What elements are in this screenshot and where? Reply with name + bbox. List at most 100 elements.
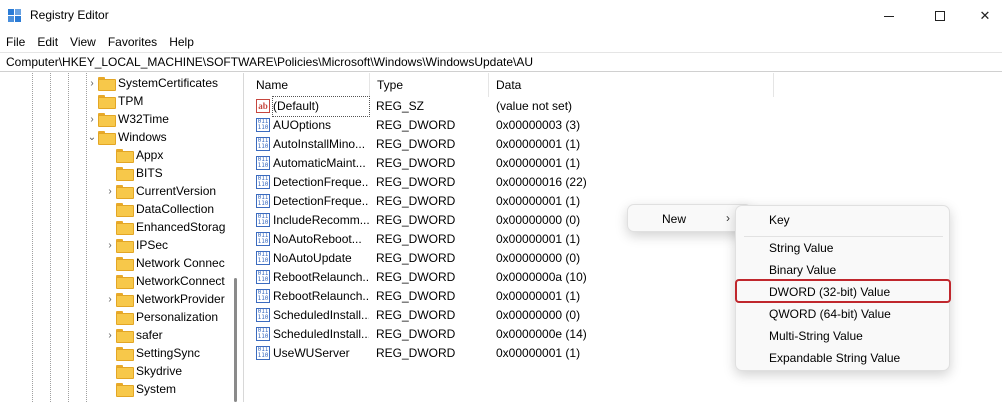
tree-item-networkconnect[interactable]: NetworkConnect [104,272,225,290]
address-path[interactable]: Computer\HKEY_LOCAL_MACHINE\SOFTWARE\Pol… [6,55,533,69]
value-name: AUOptions [273,118,332,132]
binary-value-icon: 011 110 [256,156,270,170]
value-type: REG_DWORD [376,232,456,246]
chevron-down-icon[interactable]: ⌄ [86,128,98,146]
value-data: 0x00000001 (1) [496,232,581,246]
tree-item-enhancedstorag[interactable]: EnhancedStorag [104,218,225,236]
value-data: 0x00000001 (1) [496,346,581,360]
submenu-item-multi-string-value[interactable]: Multi-String Value [736,325,951,347]
value-type: REG_DWORD [376,327,456,341]
key-tree: › SystemCertificates TPM › W32Time ⌄ Windows Ap… [0,73,243,402]
tree-scroll-thumb[interactable] [234,278,237,402]
tree-item-windows[interactable]: ⌄ Windows [86,128,167,146]
tree-item-safer[interactable]: › safer [104,326,163,344]
tree-item-label: safer [136,328,163,342]
tree-item-skydrive[interactable]: Skydrive [104,362,182,380]
menu-view[interactable]: View [64,32,102,52]
value-row[interactable]: ab (Default) REG_SZ (value not set) [249,96,1002,117]
menu-item-new[interactable]: New [662,212,686,226]
highlight-box [735,279,951,303]
tree-item-systemcertificates[interactable]: › SystemCertificates [86,74,218,92]
tree-item-system[interactable]: System [104,380,176,398]
tree-scrollbar[interactable] [229,73,243,402]
tree-item-datacollection[interactable]: DataCollection [104,200,214,218]
submenu-item-string-value[interactable]: String Value [736,237,951,259]
menu-help[interactable]: Help [163,32,200,52]
chevron-right-icon[interactable]: › [104,290,116,308]
menu-edit[interactable]: Edit [31,32,64,52]
minimize-button[interactable] [866,0,912,32]
value-type: REG_DWORD [376,270,456,284]
value-name: NoAutoUpdate [273,251,352,265]
binary-value-icon: 011 110 [256,213,270,227]
value-name: ScheduledInstall... [273,308,369,322]
menu-file[interactable]: File [0,32,31,52]
submenu-item-expandable-string-value[interactable]: Expandable String Value [736,347,951,369]
column-header-name[interactable]: Name [249,73,370,97]
submenu-item-binary-value[interactable]: Binary Value [736,259,951,281]
tree-item-label: EnhancedStorag [136,220,226,234]
value-data: 0x00000000 (0) [496,251,581,265]
tree-item-label: W32Time [118,112,169,126]
close-button[interactable]: ✕ [962,0,1002,32]
tree-item-network-connec[interactable]: Network Connec [104,254,225,272]
tree-item-tpm[interactable]: TPM [86,92,143,110]
folder-icon [116,239,134,253]
value-data: 0x00000003 (3) [496,118,581,132]
folder-icon [116,329,134,343]
chevron-right-icon[interactable]: › [86,110,98,128]
tree-item-bits[interactable]: BITS [104,164,163,182]
column-header-type[interactable]: Type [370,73,489,97]
value-data: 0x00000016 (22) [496,175,587,189]
value-row[interactable]: 011 110 AutomaticMaint... REG_DWORD 0x00000… [249,154,1002,173]
value-name: AutomaticMaint... [273,156,366,170]
folder-icon [116,347,134,361]
chevron-right-icon[interactable]: › [104,182,116,200]
value-row[interactable]: 011 110 DetectionFreque... REG_DWORD 0x0000… [249,173,1002,192]
tree-item-currentversion[interactable]: › CurrentVersion [104,182,216,200]
value-type: REG_DWORD [376,251,456,265]
folder-icon [116,149,134,163]
tree-item-label: Windows [118,130,167,144]
chevron-right-icon[interactable]: › [104,236,116,254]
chevron-right-icon[interactable]: › [104,326,116,344]
value-type: REG_DWORD [376,213,456,227]
submenu-item-key[interactable]: Key [736,209,951,231]
binary-value-icon: 011 110 [256,270,270,284]
value-name: AutoInstallMino... [273,137,366,151]
tree-item-networkprovider[interactable]: › NetworkProvider [104,290,225,308]
tree-item-label: Personalization [136,310,219,324]
binary-value-icon: 011 110 [256,232,270,246]
tree-item-label: System [136,382,177,396]
tree-item-ipsec[interactable]: › IPSec [104,236,168,254]
maximize-button[interactable] [917,0,963,32]
menu-favorites[interactable]: Favorites [102,32,163,52]
tree-guide-line [68,73,69,402]
value-type: REG_DWORD [376,137,456,151]
folder-icon [116,383,134,397]
submenu-item-qword-value[interactable]: QWORD (64-bit) Value [736,303,951,325]
tree-item-w32time[interactable]: › W32Time [86,110,169,128]
value-data: 0x00000001 (1) [496,137,581,151]
tree-item-personalization[interactable]: Personalization [104,308,218,326]
tree-item-label: SettingSync [136,346,201,360]
value-name: DetectionFreque... [273,175,369,189]
value-row[interactable]: 011 110 AutoInstallMino... REG_DWORD 0x0000… [249,135,1002,154]
address-bar[interactable]: Computer\HKEY_LOCAL_MACHINE\SOFTWARE\Pol… [0,52,1002,72]
value-data: 0x0000000e (14) [496,327,587,341]
folder-icon [98,77,116,91]
tree-item-appx[interactable]: Appx [104,146,163,164]
chevron-right-icon[interactable]: › [86,74,98,92]
value-data: (value not set) [496,99,573,113]
value-row[interactable]: 011 110 AUOptions REG_DWORD 0x00000003 (3) [249,116,1002,135]
menu-bar: File Edit View Favorites Help [0,32,200,52]
column-header-data[interactable]: Data [489,73,774,97]
value-data: 0x00000001 (1) [496,156,581,170]
value-type: REG_DWORD [376,194,456,208]
value-name: DetectionFreque... [273,194,369,208]
tree-item-settingsync[interactable]: SettingSync [104,344,200,362]
tree-item-label: Skydrive [136,364,183,378]
